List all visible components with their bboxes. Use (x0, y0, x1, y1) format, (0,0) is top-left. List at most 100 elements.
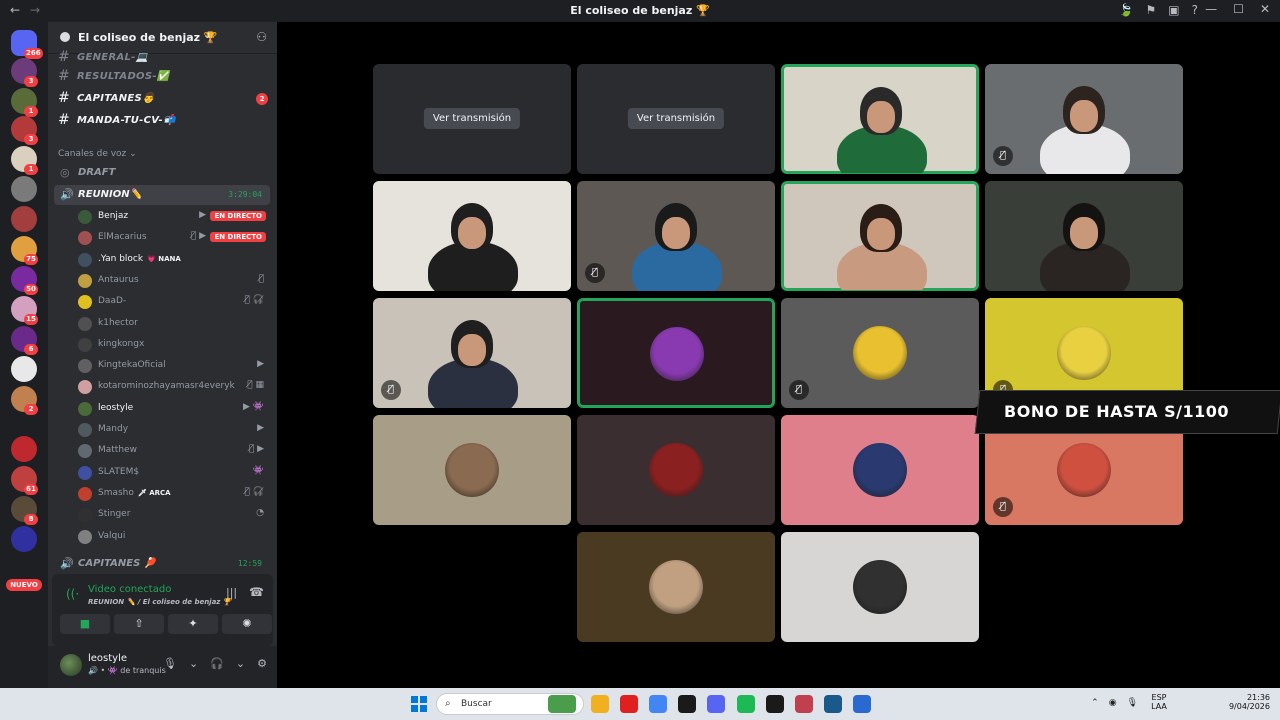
taskbar-app-icon[interactable] (678, 695, 696, 713)
server-icon[interactable] (11, 176, 37, 202)
text-channel[interactable]: # GENERAL-💻 (58, 49, 268, 69)
stage-icon: ◎ (60, 166, 70, 179)
taskbar-app-icon[interactable] (649, 695, 667, 713)
avatar-tile[interactable] (577, 532, 775, 642)
connection-status[interactable]: Video conectado (88, 584, 171, 595)
clock[interactable]: 21:36 9/04/2026 (1210, 693, 1270, 711)
voice-channel-draft[interactable]: ◎ DRAFT (54, 163, 270, 183)
new-badge: NUEVO (6, 579, 42, 591)
voice-user[interactable]: kingkongx (78, 335, 270, 355)
avatar-tile[interactable] (577, 415, 775, 525)
close-button[interactable]: ✕ (1260, 2, 1270, 16)
channel-name: RESULTADOS-✅ (77, 71, 170, 82)
watch-stream-button[interactable]: Ver transmisión (423, 108, 521, 129)
maximize-button[interactable]: ☐ (1233, 2, 1244, 16)
guild-name[interactable]: El coliseo de benjaz 🏆 (78, 31, 218, 44)
avatar-tile[interactable] (781, 532, 979, 642)
disconnect-icon[interactable]: ☎ (249, 585, 264, 599)
chevron-down-icon[interactable]: ⌄ (203, 30, 211, 41)
windows-start-icon[interactable] (411, 696, 427, 712)
taskbar-app-icon[interactable] (766, 695, 784, 713)
noise-suppression-icon[interactable]: ||| (226, 586, 237, 599)
server-icon[interactable] (11, 436, 37, 462)
camera-tile[interactable]: 🎙̸ (373, 298, 571, 408)
server-icon[interactable] (11, 356, 37, 382)
voice-channel-capitanes[interactable]: 🔊 CAPITANES 🏓 12:59 (54, 554, 270, 574)
text-channel[interactable]: # CAPITANES👨 2 (58, 90, 268, 110)
avatar (78, 465, 92, 480)
help-icon[interactable]: ? (1192, 3, 1198, 17)
camera-tile[interactable] (373, 181, 571, 291)
server-icon[interactable] (11, 526, 37, 552)
screen-icon[interactable]: ▣ (1168, 3, 1179, 17)
voice-user[interactable]: leostyle ▶ 👾 (78, 399, 270, 419)
chevron-down-icon[interactable]: ⌄ (236, 657, 245, 670)
invite-icon[interactable]: ⚇ (256, 30, 267, 44)
inbox-icon[interactable]: ⚑ (1146, 3, 1157, 17)
avatar (78, 380, 92, 395)
avatar-tile[interactable] (781, 415, 979, 525)
voice-user[interactable]: ElMacarius 🎙̸ ▶ EN DIRECTO (78, 228, 270, 248)
avatar-tile[interactable] (577, 298, 775, 408)
taskbar-app-icon[interactable] (548, 695, 576, 713)
window-title: El coliseo de benjaz 🏆 (570, 4, 710, 17)
text-channel[interactable]: # MANDA-TU-CV-📬 (58, 112, 268, 132)
taskbar-app-icon[interactable] (824, 695, 842, 713)
stream-tile[interactable]: Ver transmisión (577, 64, 775, 174)
camera-button[interactable]: ■ (60, 614, 110, 634)
camera-tile[interactable]: 🎙̸ (985, 64, 1183, 174)
voice-user[interactable]: Benjaz ▶ EN DIRECTO (78, 207, 270, 227)
settings-gear-icon[interactable]: ⚙ (257, 657, 267, 670)
voice-user[interactable]: Stinger ◔ (78, 505, 270, 525)
avatar (78, 444, 92, 459)
server-icon[interactable] (11, 206, 37, 232)
voice-user[interactable]: kotarominozhayamasr4everyk 🎙̸ ▦ (78, 377, 270, 397)
text-channel[interactable]: # RESULTADOS-✅ (58, 68, 268, 88)
channel-name: GENERAL-💻 (77, 52, 149, 63)
avatar-tile[interactable]: 🎙̸ (781, 298, 979, 408)
voice-user[interactable]: k1hector (78, 314, 270, 334)
voice-user[interactable]: Antaurus 🎙̸ (78, 271, 270, 291)
live-badge[interactable]: EN DIRECTO (210, 211, 266, 221)
camera-tile[interactable]: 🎙̸ (577, 181, 775, 291)
voice-channel-reunion[interactable]: 🔊 REUNION✏️ 3:29:04 (54, 185, 270, 205)
voice-user[interactable]: Mandy ▶ (78, 420, 270, 440)
minimize-button[interactable]: — (1205, 2, 1217, 16)
taskbar-app-icon[interactable] (591, 695, 609, 713)
voice-user[interactable]: SLATEM$ 👾 (78, 463, 270, 483)
taskbar-app-icon[interactable] (795, 695, 813, 713)
taskbar-app-icon[interactable] (620, 695, 638, 713)
microphone-icon[interactable]: 🎙 (163, 657, 177, 670)
taskbar-app-icon[interactable] (737, 695, 755, 713)
screen-share-button[interactable]: ⇧ (114, 614, 164, 634)
camera-tile[interactable] (781, 64, 979, 174)
avatar[interactable] (60, 654, 82, 676)
voice-user[interactable]: DaaD- 🎙̸ 🎧̸ (78, 292, 270, 312)
camera-tile[interactable] (781, 181, 979, 291)
stream-tile[interactable]: Ver transmisión (373, 64, 571, 174)
signal-icon[interactable]: ((· (66, 587, 79, 601)
voice-user[interactable]: Smasho 🗡 ARCA 🎙̸ 🎧̸ (78, 484, 270, 504)
voice-user[interactable]: KingtekaOficial ▶ (78, 356, 270, 376)
soundboard-button[interactable]: ✺ (222, 614, 272, 634)
voice-user[interactable]: Matthew 🎙̸ ▶ (78, 441, 270, 461)
voice-channel-name: DRAFT (78, 167, 116, 178)
connection-location[interactable]: REUNION ✏️ / El coliseo de benjaz 🏆 (88, 598, 232, 606)
tray-icons[interactable]: ⌃ ◉ 🎙 (1091, 698, 1138, 708)
headphones-icon[interactable]: 🎧 (210, 657, 224, 670)
live-badge[interactable]: EN DIRECTO (210, 232, 266, 243)
nitro-leaf-icon[interactable]: 🍃 (1119, 3, 1134, 17)
camera-tile[interactable] (985, 181, 1183, 291)
watch-stream-button[interactable]: Ver transmisión (627, 108, 725, 129)
voice-user[interactable]: Valqui (78, 527, 270, 547)
voice-category-label[interactable]: Canales de voz ⌄ (58, 149, 137, 159)
avatar-tile[interactable] (373, 415, 571, 525)
language-indicator[interactable]: ESP LAA (1148, 693, 1170, 711)
username[interactable]: leostyle (88, 653, 127, 664)
voice-user[interactable]: .Yan block 💗 NANA (78, 250, 270, 270)
chevron-down-icon[interactable]: ⌄ (189, 657, 198, 670)
promo-banner: BONO DE HASTA S/1100 (974, 390, 1280, 434)
activities-button[interactable]: ✦ (168, 614, 218, 634)
taskbar-app-icon[interactable] (707, 695, 725, 713)
taskbar-app-icon[interactable] (853, 695, 871, 713)
